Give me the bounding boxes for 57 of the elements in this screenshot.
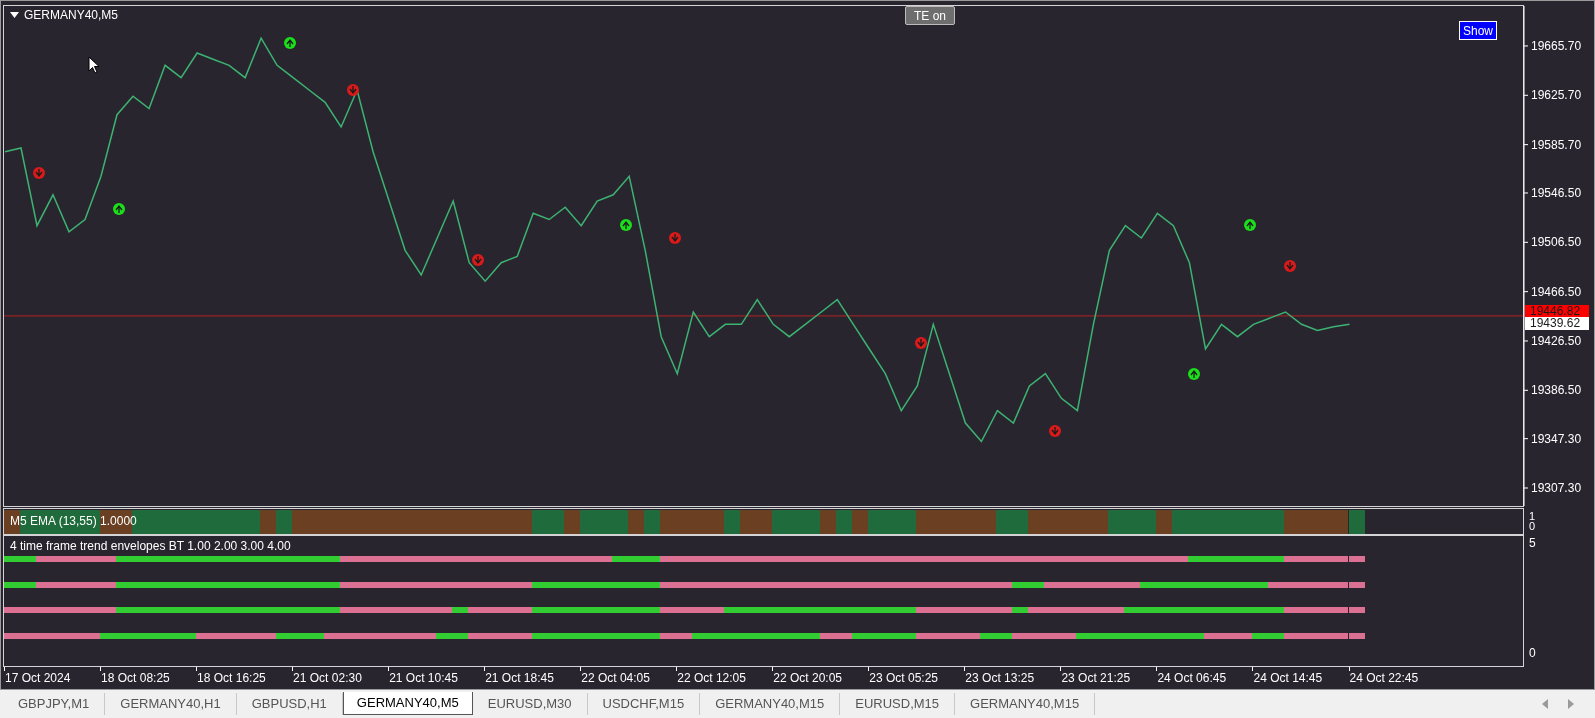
up-arrow-signal-icon — [620, 219, 632, 231]
time-axis-label: 22 Oct 20:05 — [773, 672, 842, 685]
down-arrow-signal-icon — [669, 232, 681, 244]
scroll-right-icon[interactable] — [1567, 699, 1575, 709]
time-axis-label: 17 Oct 2024 — [5, 672, 71, 685]
scale-label: 5 — [1529, 537, 1536, 550]
time-axis-label: 22 Oct 12:05 — [677, 672, 746, 685]
chart-tab[interactable]: GERMANY40,M5 — [342, 692, 473, 715]
time-axis-label: 18 Oct 08:25 — [101, 672, 170, 685]
down-arrow-signal-icon — [1284, 260, 1296, 272]
price-axis-label: 19625.70 — [1531, 88, 1582, 103]
scale-label: 0 — [1529, 647, 1536, 660]
up-arrow-signal-icon — [284, 37, 296, 49]
up-arrow-signal-icon — [1244, 219, 1256, 231]
time-axis-label: 23 Oct 13:25 — [965, 672, 1035, 685]
price-axis-label: 19665.70 — [1531, 38, 1582, 53]
chart-tab[interactable]: EURUSD,M15 — [840, 693, 956, 715]
cursor-icon — [88, 56, 100, 74]
down-arrow-signal-icon — [1049, 425, 1061, 437]
time-axis-label: 21 Oct 18:45 — [485, 672, 554, 685]
time-axis-label: 18 Oct 16:25 — [197, 672, 266, 685]
scale-label: 1 — [1529, 511, 1536, 522]
scale-label: 0 — [1529, 521, 1536, 532]
down-arrow-signal-icon — [33, 167, 45, 179]
down-arrow-signal-icon — [915, 337, 927, 349]
time-axis-label: 22 Oct 04:05 — [581, 672, 650, 685]
price-axis-label: 19506.50 — [1531, 235, 1582, 250]
time-axis-label: 23 Oct 05:25 — [869, 672, 939, 685]
time-axis-label: 21 Oct 02:30 — [293, 672, 362, 685]
up-arrow-signal-icon — [1188, 368, 1200, 380]
price-axis-label: 19347.30 — [1531, 431, 1582, 446]
bid-price-label: 19446.82 — [1525, 304, 1589, 317]
time-axis-label: 24 Oct 06:45 — [1157, 672, 1227, 685]
chart-tab[interactable]: GERMANY40,M15 — [955, 693, 1096, 715]
time-axis-label: 23 Oct 21:25 — [1061, 672, 1131, 685]
time-axis-label: 24 Oct 22:45 — [1349, 672, 1419, 685]
chart-tab[interactable]: GERMANY40,H1 — [105, 693, 237, 715]
chart-tab[interactable]: USDCHF,M15 — [587, 693, 701, 715]
price-axis-label: 19426.50 — [1531, 334, 1582, 348]
chart-symbol-title: GERMANY40,M5 — [24, 9, 119, 21]
price-axis-label: 19466.50 — [1531, 284, 1582, 299]
price-axis-label: 19386.50 — [1531, 383, 1582, 398]
chart-tab[interactable]: EURUSD,M30 — [472, 693, 588, 715]
price-axis-label: 19546.50 — [1531, 186, 1582, 200]
down-arrow-signal-icon — [472, 254, 484, 266]
down-arrow-signal-icon — [347, 84, 359, 96]
time-axis-label: 21 Oct 10:45 — [389, 672, 458, 685]
time-axis-label: 24 Oct 14:45 — [1253, 672, 1323, 685]
price-axis-label: 19585.70 — [1531, 137, 1582, 152]
indicator-title: 4 time frame trend envelopes BT 1.00 2.00 3.00 4.00 — [10, 540, 291, 553]
chart-tab[interactable]: GBPJPY,M1 — [3, 693, 106, 715]
chart-tab[interactable]: GBPUSD,H1 — [236, 693, 343, 715]
chart-tab[interactable]: GERMANY40,M15 — [700, 693, 841, 715]
price-axis-label: 19307.30 — [1531, 481, 1582, 495]
up-arrow-signal-icon — [113, 203, 125, 215]
indicator-title: M5 EMA (13,55) 1.0000 — [10, 515, 137, 527]
scroll-left-icon[interactable] — [1541, 699, 1549, 709]
